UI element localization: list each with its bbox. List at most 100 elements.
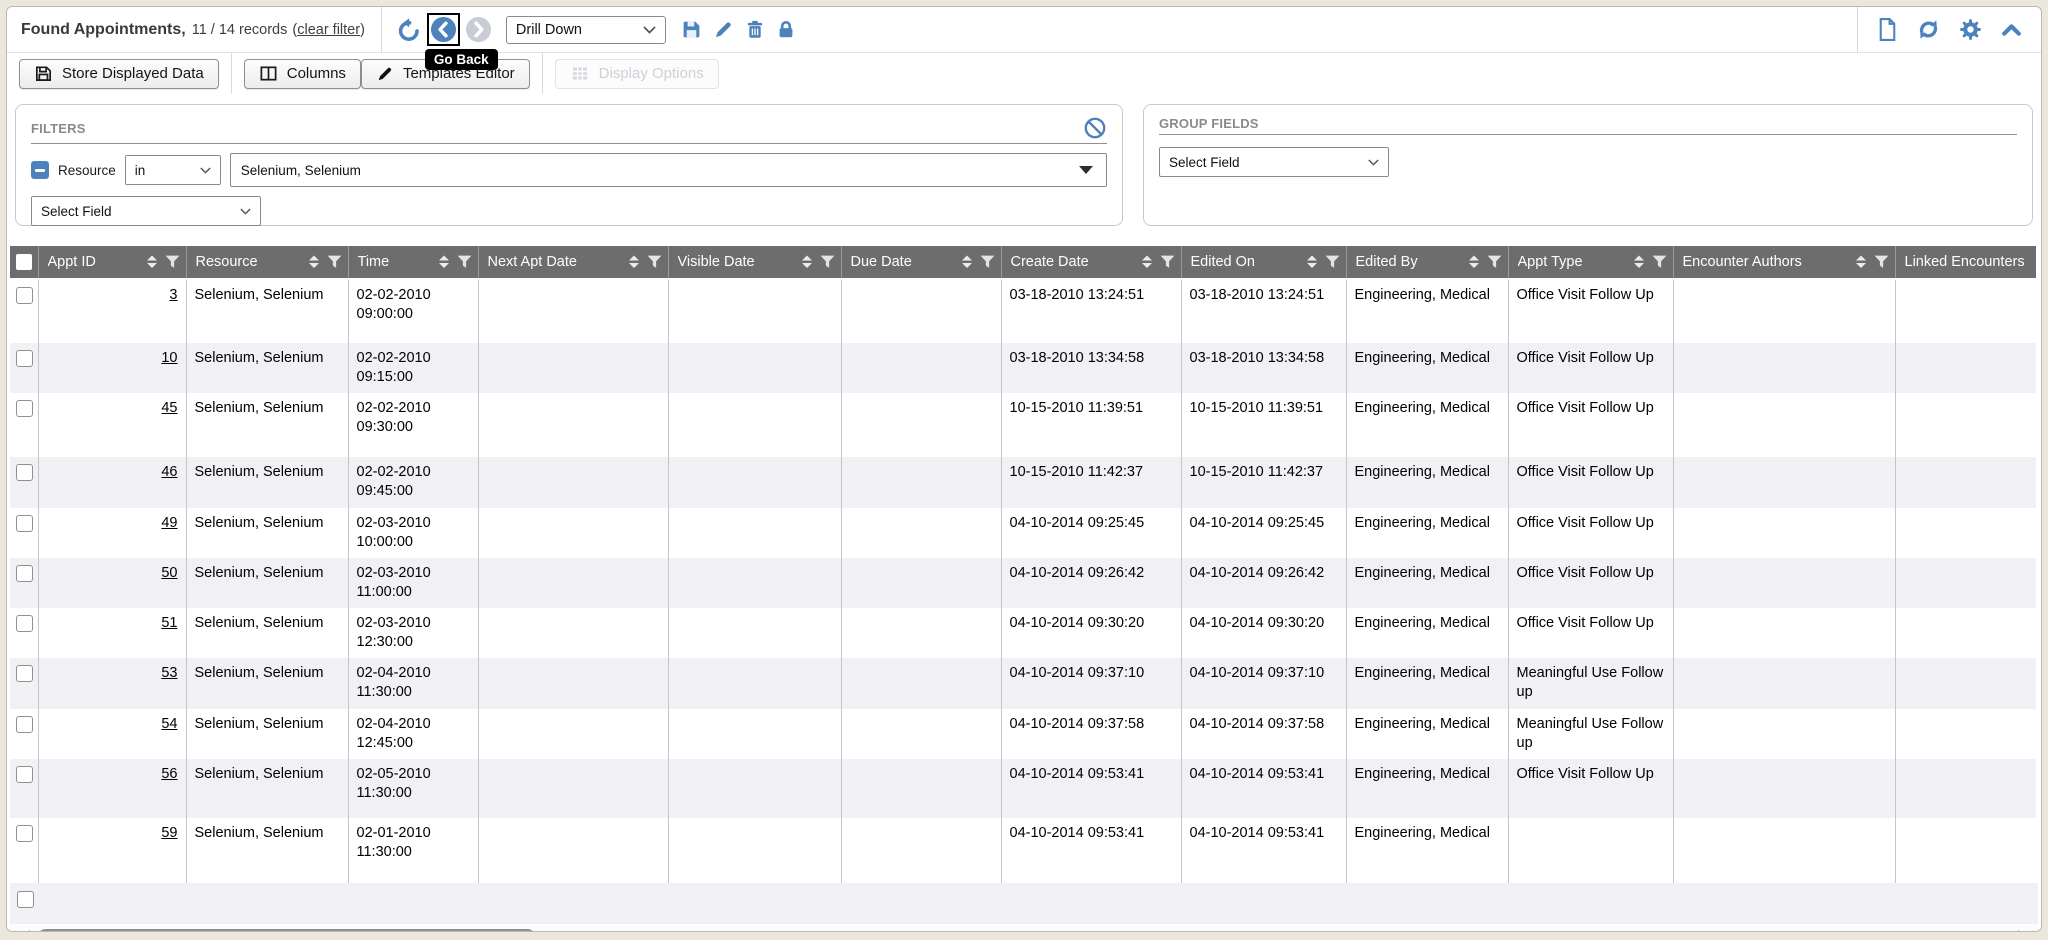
- filter-funnel-icon[interactable]: [165, 255, 180, 269]
- appt-id-link[interactable]: 3: [169, 287, 177, 303]
- appt-id-link[interactable]: 56: [161, 766, 177, 782]
- appt-id-link[interactable]: 53: [161, 665, 177, 681]
- row-checkbox[interactable]: [16, 287, 33, 304]
- edit-view-icon[interactable]: [713, 19, 734, 40]
- next-apt-date-cell: [478, 658, 668, 708]
- appt-type-cell: Office Visit Follow Up: [1508, 508, 1673, 558]
- delete-view-icon[interactable]: [745, 19, 765, 40]
- drill-down-select[interactable]: Drill Down: [506, 16, 666, 44]
- sort-icon[interactable]: [1633, 255, 1645, 269]
- appt-id-link[interactable]: 51: [161, 615, 177, 631]
- next-apt-date-cell: [478, 343, 668, 393]
- appt-id-link[interactable]: 50: [161, 565, 177, 581]
- edited-by-cell: Engineering, Medical: [1346, 818, 1508, 883]
- filter-operator-select[interactable]: in: [125, 155, 221, 185]
- group-add-field-select[interactable]: Select Field: [1159, 147, 1389, 177]
- appt-id-link[interactable]: 54: [161, 716, 177, 732]
- appt-id-link[interactable]: 46: [161, 464, 177, 480]
- filter-funnel-icon[interactable]: [327, 255, 342, 269]
- row-checkbox[interactable]: [16, 565, 33, 582]
- save-view-icon[interactable]: [681, 19, 702, 40]
- column-header-appt_id[interactable]: Appt ID: [38, 246, 186, 279]
- appt-id-link[interactable]: 49: [161, 515, 177, 531]
- filter-funnel-icon[interactable]: [1874, 255, 1889, 269]
- lock-view-icon[interactable]: [776, 19, 796, 40]
- sort-icon[interactable]: [1306, 255, 1318, 269]
- appt-id-link[interactable]: 45: [161, 400, 177, 416]
- horizontal-scrollbar[interactable]: [10, 926, 2038, 932]
- column-header-edited_by[interactable]: Edited By: [1346, 246, 1508, 279]
- column-header-next_apt_date[interactable]: Next Apt Date: [478, 246, 668, 279]
- filter-funnel-icon[interactable]: [457, 255, 472, 269]
- row-checkbox[interactable]: [16, 615, 33, 632]
- scroll-left-arrow[interactable]: [20, 930, 30, 932]
- filter-funnel-icon[interactable]: [820, 255, 835, 269]
- linked-encounters-cell: [1895, 343, 2036, 393]
- clear-filter-link[interactable]: (clear filter): [292, 22, 365, 38]
- sort-icon[interactable]: [438, 255, 450, 269]
- filter-value-combo[interactable]: Selenium, Selenium: [230, 153, 1107, 187]
- column-header-appt_type[interactable]: Appt Type: [1508, 246, 1673, 279]
- column-header-encounter_authors[interactable]: Encounter Authors: [1673, 246, 1895, 279]
- settings-gear-icon[interactable]: [1958, 17, 1983, 42]
- scroll-right-arrow[interactable]: [2018, 930, 2028, 932]
- row-checkbox[interactable]: [16, 825, 33, 842]
- column-header-edited_on[interactable]: Edited On: [1181, 246, 1346, 279]
- filter-funnel-icon[interactable]: [1487, 255, 1502, 269]
- appt-id-cell: 46: [38, 457, 186, 507]
- divider: [1857, 7, 1858, 52]
- column-header-due_date[interactable]: Due Date: [841, 246, 1001, 279]
- sort-icon[interactable]: [308, 255, 320, 269]
- undo-icon[interactable]: [396, 17, 422, 43]
- column-header-resource[interactable]: Resource: [186, 246, 348, 279]
- clear-all-filters-icon[interactable]: [1083, 116, 1107, 140]
- row-checkbox[interactable]: [16, 515, 33, 532]
- appt-id-link[interactable]: 59: [161, 825, 177, 841]
- select-all-checkbox[interactable]: [16, 254, 32, 270]
- row-checkbox[interactable]: [16, 464, 33, 481]
- filter-enabled-checkbox[interactable]: [31, 161, 49, 179]
- sort-icon[interactable]: [146, 255, 158, 269]
- filter-funnel-icon[interactable]: [980, 255, 995, 269]
- scrollbar-thumb[interactable]: [38, 929, 535, 932]
- sort-icon[interactable]: [1468, 255, 1480, 269]
- filter-funnel-icon[interactable]: [1652, 255, 1667, 269]
- sort-icon[interactable]: [1855, 255, 1867, 269]
- row-checkbox[interactable]: [16, 716, 33, 733]
- column-label: Appt Type: [1518, 254, 1626, 270]
- filter-add-field-select[interactable]: Select Field: [31, 196, 261, 226]
- go-back-icon[interactable]: [430, 16, 457, 43]
- row-checkbox[interactable]: [16, 400, 33, 417]
- columns-button[interactable]: Columns: [244, 59, 361, 89]
- go-back-tooltip: Go Back: [425, 49, 498, 70]
- footer-checkbox[interactable]: [17, 891, 34, 908]
- store-displayed-data-button[interactable]: Store Displayed Data: [19, 59, 219, 89]
- row-checkbox[interactable]: [16, 766, 33, 783]
- new-document-icon[interactable]: [1876, 17, 1899, 42]
- row-checkbox[interactable]: [16, 665, 33, 682]
- time-cell: 02-02-2010 09:30:00: [348, 393, 478, 457]
- filter-funnel-icon[interactable]: [647, 255, 662, 269]
- collapse-chevron-up-icon[interactable]: [2000, 18, 2023, 41]
- sort-icon[interactable]: [1141, 255, 1153, 269]
- edited-by-cell: Engineering, Medical: [1346, 279, 1508, 343]
- linked-encounters-cell: [1895, 709, 2036, 759]
- create-date-cell: 04-10-2014 09:53:41: [1001, 818, 1181, 883]
- column-header-visible_date[interactable]: Visible Date: [668, 246, 841, 279]
- filter-funnel-icon[interactable]: [1325, 255, 1340, 269]
- sort-icon[interactable]: [961, 255, 973, 269]
- column-header-create_date[interactable]: Create Date: [1001, 246, 1181, 279]
- sort-icon[interactable]: [628, 255, 640, 269]
- filter-funnel-icon[interactable]: [1160, 255, 1175, 269]
- go-back-focus-ring: Go Back: [427, 13, 460, 46]
- time-cell: 02-04-2010 11:30:00: [348, 658, 478, 708]
- row-checkbox[interactable]: [16, 350, 33, 367]
- due-date-cell: [841, 658, 1001, 708]
- appt-id-link[interactable]: 10: [161, 350, 177, 366]
- refresh-icon[interactable]: [1916, 17, 1941, 42]
- next-apt-date-cell: [478, 608, 668, 658]
- column-header-time[interactable]: Time: [348, 246, 478, 279]
- column-header-linked_encounters[interactable]: Linked Encounters: [1895, 246, 2036, 279]
- edited-by-cell: Engineering, Medical: [1346, 558, 1508, 608]
- sort-icon[interactable]: [801, 255, 813, 269]
